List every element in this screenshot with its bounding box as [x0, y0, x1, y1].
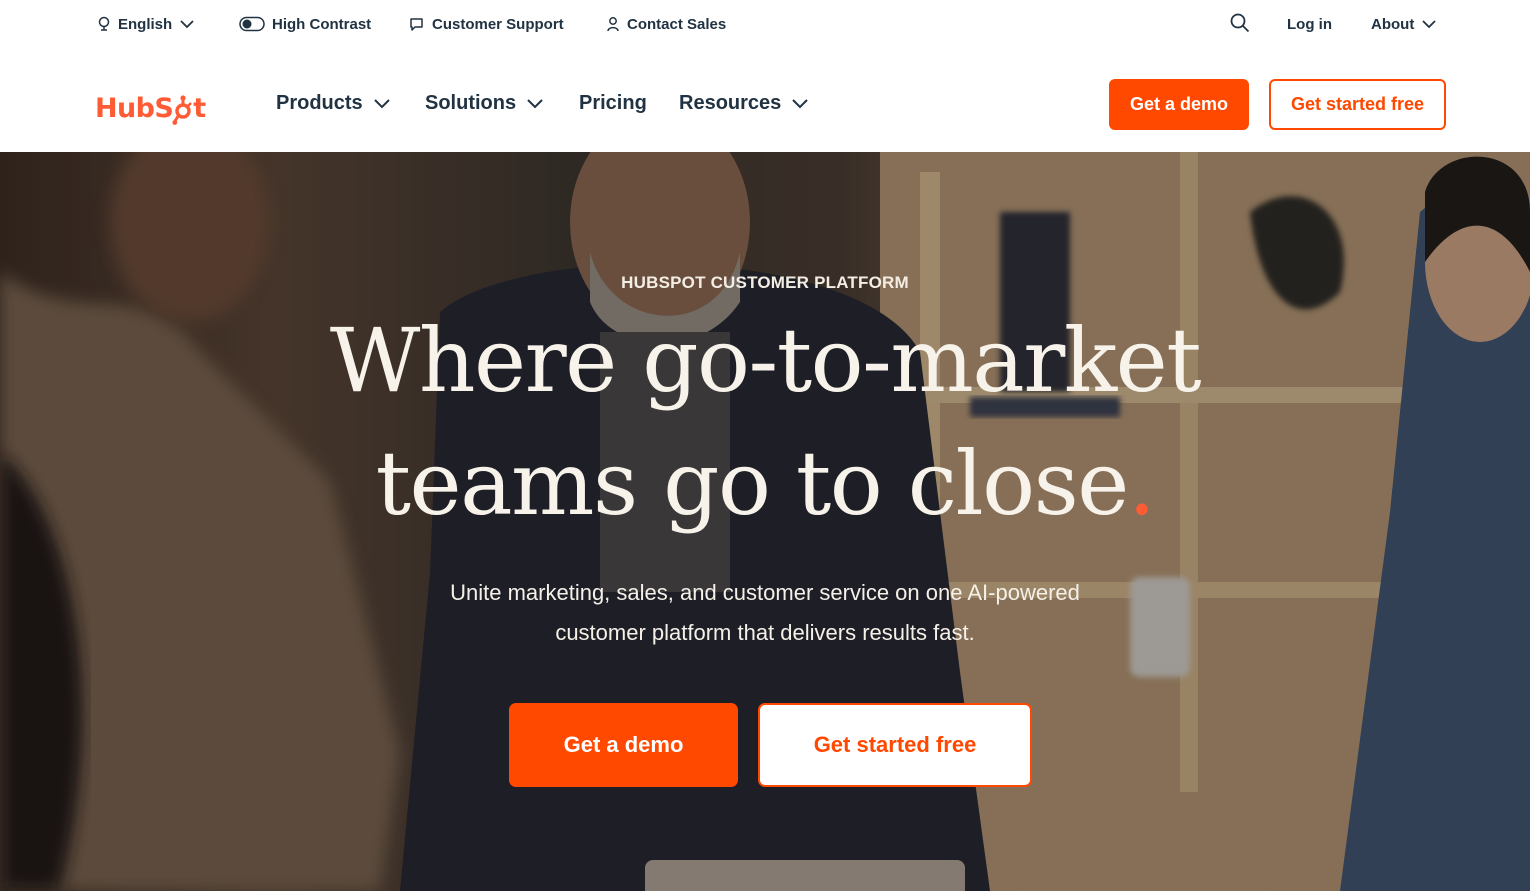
nav-products[interactable]: Products [276, 92, 391, 115]
sales-label: Contact Sales [627, 15, 727, 33]
chat-icon [410, 18, 423, 31]
hero-headline-line2-text: teams go to close [375, 432, 1130, 535]
hero-subtext-line2: customer platform that delivers results … [555, 620, 975, 645]
contact-sales-link[interactable]: Contact Sales [606, 14, 726, 34]
person-icon [607, 17, 619, 32]
hubspot-logo[interactable]: HubS t [95, 86, 206, 125]
globe-icon [98, 16, 110, 31]
hero-get-started-free-button[interactable]: Get started free [758, 703, 1032, 787]
support-label: Customer Support [432, 15, 564, 33]
hero-eyebrow: HUBSPOT CUSTOMER PLATFORM [621, 273, 909, 292]
contrast-toggle-icon [239, 16, 265, 32]
high-contrast-toggle[interactable]: High Contrast [239, 14, 371, 34]
chevron-down-icon [1422, 20, 1436, 29]
login-link[interactable]: Log in [1287, 14, 1332, 34]
hero-headline-line2: teams go to close. [0, 440, 1530, 528]
about-label: About [1371, 15, 1415, 33]
main-navigation: HubS t Products Solutions Pricing Resour… [0, 48, 1530, 152]
logo-text-start: HubS [95, 93, 174, 124]
get-started-free-button[interactable]: Get started free [1269, 79, 1446, 130]
nav-products-label: Products [276, 92, 363, 114]
hero-get-demo-button[interactable]: Get a demo [509, 703, 738, 787]
nav-pricing-label: Pricing [579, 92, 647, 114]
get-demo-button[interactable]: Get a demo [1109, 79, 1249, 130]
language-label: English [118, 15, 173, 33]
nav-pricing[interactable]: Pricing [579, 92, 647, 115]
nav-resources-label: Resources [679, 92, 782, 114]
chevron-down-icon [527, 99, 543, 109]
login-label: Log in [1287, 15, 1332, 33]
utility-bar: English High Contrast Customer Support C… [0, 0, 1530, 48]
customer-support-link[interactable]: Customer Support [409, 14, 564, 34]
contrast-label: High Contrast [272, 15, 372, 33]
search-icon [1230, 13, 1250, 33]
nav-solutions-label: Solutions [425, 92, 517, 114]
sprocket-icon [172, 94, 194, 125]
language-selector[interactable]: English [97, 14, 195, 34]
hero-subtext-line1: Unite marketing, sales, and customer ser… [450, 580, 1080, 605]
hero-headline-line1: Where go-to-market [329, 309, 1202, 412]
search-button[interactable] [1229, 13, 1251, 33]
chevron-down-icon [792, 99, 808, 109]
hero-headline-dot: . [1127, 432, 1156, 535]
chevron-down-icon [373, 99, 390, 109]
nav-resources[interactable]: Resources [679, 92, 809, 115]
about-menu[interactable]: About [1371, 14, 1437, 34]
nav-solutions[interactable]: Solutions [425, 92, 544, 115]
hero-section: HUBSPOT CUSTOMER PLATFORM Where go-to-ma… [0, 152, 1530, 891]
chevron-down-icon [180, 20, 194, 29]
